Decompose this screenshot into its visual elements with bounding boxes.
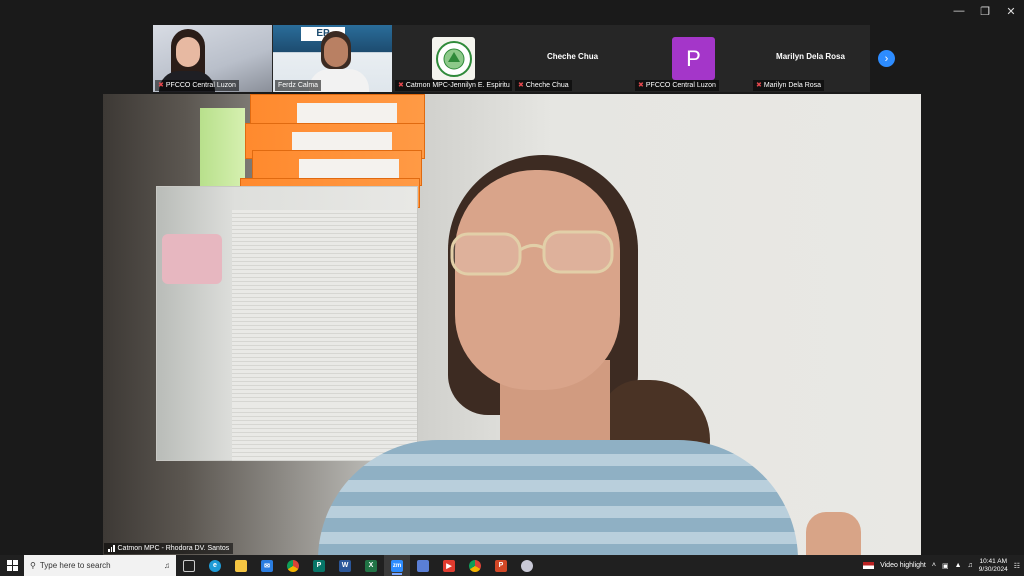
participant-name-bar: ✖ PFCCO Central Luzon xyxy=(635,80,719,91)
participant-name: Catmon MPC-Jennilyn E. Espiritu xyxy=(405,82,510,89)
clock[interactable]: 10:41 AM 9/30/2024 xyxy=(979,558,1008,574)
participant-name: Marilyn Dela Rosa xyxy=(763,82,822,89)
mic-muted-icon: ✖ xyxy=(398,82,404,89)
mic-muted-icon: ✖ xyxy=(638,82,644,89)
minimize-icon[interactable]: — xyxy=(946,0,972,22)
chevron-up-icon[interactable]: ˄ xyxy=(932,562,936,569)
network-icon[interactable]: ▲ xyxy=(955,562,962,569)
participant-tile[interactable]: EP Ferdz Calma xyxy=(273,25,392,92)
participant-tile[interactable]: ✖ PFCCO Central Luzon xyxy=(153,25,272,92)
participant-display-name: Cheche Chua xyxy=(546,52,599,61)
excel-icon[interactable]: X xyxy=(358,555,384,576)
search-placeholder: Type here to search xyxy=(39,561,111,570)
powerpoint-icon[interactable]: P xyxy=(488,555,514,576)
participant-tile[interactable]: ✖ Catmon MPC-Jennilyn E. Espiritu xyxy=(393,25,512,92)
mic-muted-icon: ✖ xyxy=(756,82,762,89)
notification-icon[interactable]: ☷ xyxy=(1014,562,1020,570)
clock-time: 10:41 AM xyxy=(979,557,1007,565)
participant-display-name: Marilyn Dela Rosa xyxy=(776,52,845,61)
speaker-figure xyxy=(318,440,798,560)
photos-icon[interactable] xyxy=(410,555,436,576)
system-tray: Video highlight ˄ ▣ ▲ ♫ 10:41 AM 9/30/20… xyxy=(863,555,1024,576)
edge-icon[interactable]: e xyxy=(202,555,228,576)
publisher-icon[interactable]: P xyxy=(306,555,332,576)
active-speaker-name-bar: Catmon MPC - Rhodora DV. Santos xyxy=(104,543,234,554)
video-scene-object xyxy=(162,234,222,284)
file-explorer-icon[interactable] xyxy=(228,555,254,576)
close-icon[interactable]: ✕ xyxy=(998,0,1024,22)
windows-taskbar: ⚲ Type here to search ♫ e ✉ P W X zm ▶ P… xyxy=(0,555,1024,576)
speaker-figure xyxy=(450,230,614,276)
zoom-icon[interactable]: zm xyxy=(384,555,410,576)
participant-name: Cheche Chua xyxy=(525,82,569,89)
mic-muted-icon: ✖ xyxy=(518,82,524,89)
participant-name: PFCCO Central Luzon xyxy=(165,82,236,89)
participant-tile[interactable]: P ✖ PFCCO Central Luzon xyxy=(633,25,752,92)
participant-tile[interactable]: Marilyn Dela Rosa ✖ Marilyn Dela Rosa xyxy=(751,25,870,92)
cooperative-seal-icon xyxy=(435,40,472,77)
participant-name-bar: ✖ Catmon MPC-Jennilyn E. Espiritu xyxy=(395,80,512,91)
snipping-tool-icon[interactable] xyxy=(514,555,540,576)
participant-name: PFCCO Central Luzon xyxy=(645,82,716,89)
participant-strip: ✖ PFCCO Central Luzon EP Ferdz Calma ✖ C… xyxy=(153,25,870,92)
participant-name-bar: Ferdz Calma xyxy=(275,80,322,91)
cooperative-logo xyxy=(432,37,475,80)
windows-start-icon[interactable] xyxy=(0,555,24,576)
video-editor-icon[interactable]: ▶ xyxy=(436,555,462,576)
task-view-icon[interactable] xyxy=(176,555,202,576)
word-icon[interactable]: W xyxy=(332,555,358,576)
participant-name: Ferdz Calma xyxy=(278,82,319,89)
chrome-icon[interactable] xyxy=(280,555,306,576)
flag-icon xyxy=(863,562,875,569)
speaker-figure xyxy=(455,170,620,390)
search-icon: ⚲ xyxy=(30,561,36,570)
clock-date: 9/30/2024 xyxy=(978,565,1008,573)
chevron-right-icon[interactable]: › xyxy=(878,50,895,67)
video-highlight-label[interactable]: Video highlight xyxy=(880,562,926,569)
video-scene-object xyxy=(200,108,245,198)
restore-icon[interactable]: ❐ xyxy=(972,0,998,22)
cortana-icon[interactable]: ♫ xyxy=(164,561,170,570)
taskbar-search-input[interactable]: ⚲ Type here to search ♫ xyxy=(24,555,176,576)
participant-name-bar: ✖ Cheche Chua xyxy=(515,80,572,91)
mail-icon[interactable]: ✉ xyxy=(254,555,280,576)
chrome-icon[interactable] xyxy=(462,555,488,576)
window-controls: — ❐ ✕ xyxy=(946,0,1024,22)
display-icon[interactable]: ▣ xyxy=(942,562,949,570)
participant-tile[interactable]: Cheche Chua ✖ Cheche Chua xyxy=(513,25,632,92)
signal-bars-icon xyxy=(108,545,115,552)
avatar: P xyxy=(672,37,715,80)
active-speaker-name: Catmon MPC - Rhodora DV. Santos xyxy=(117,545,230,552)
volume-icon[interactable]: ♫ xyxy=(968,562,973,569)
mic-muted-icon: ✖ xyxy=(158,82,164,89)
participant-name-bar: ✖ PFCCO Central Luzon xyxy=(155,80,239,91)
zoom-meeting-window: — ❐ ✕ ✖ PFCCO Central Luzon EP Ferdz Cal… xyxy=(0,0,1024,562)
video-scene-object xyxy=(232,210,417,410)
participant-name-bar: ✖ Marilyn Dela Rosa xyxy=(753,80,825,91)
